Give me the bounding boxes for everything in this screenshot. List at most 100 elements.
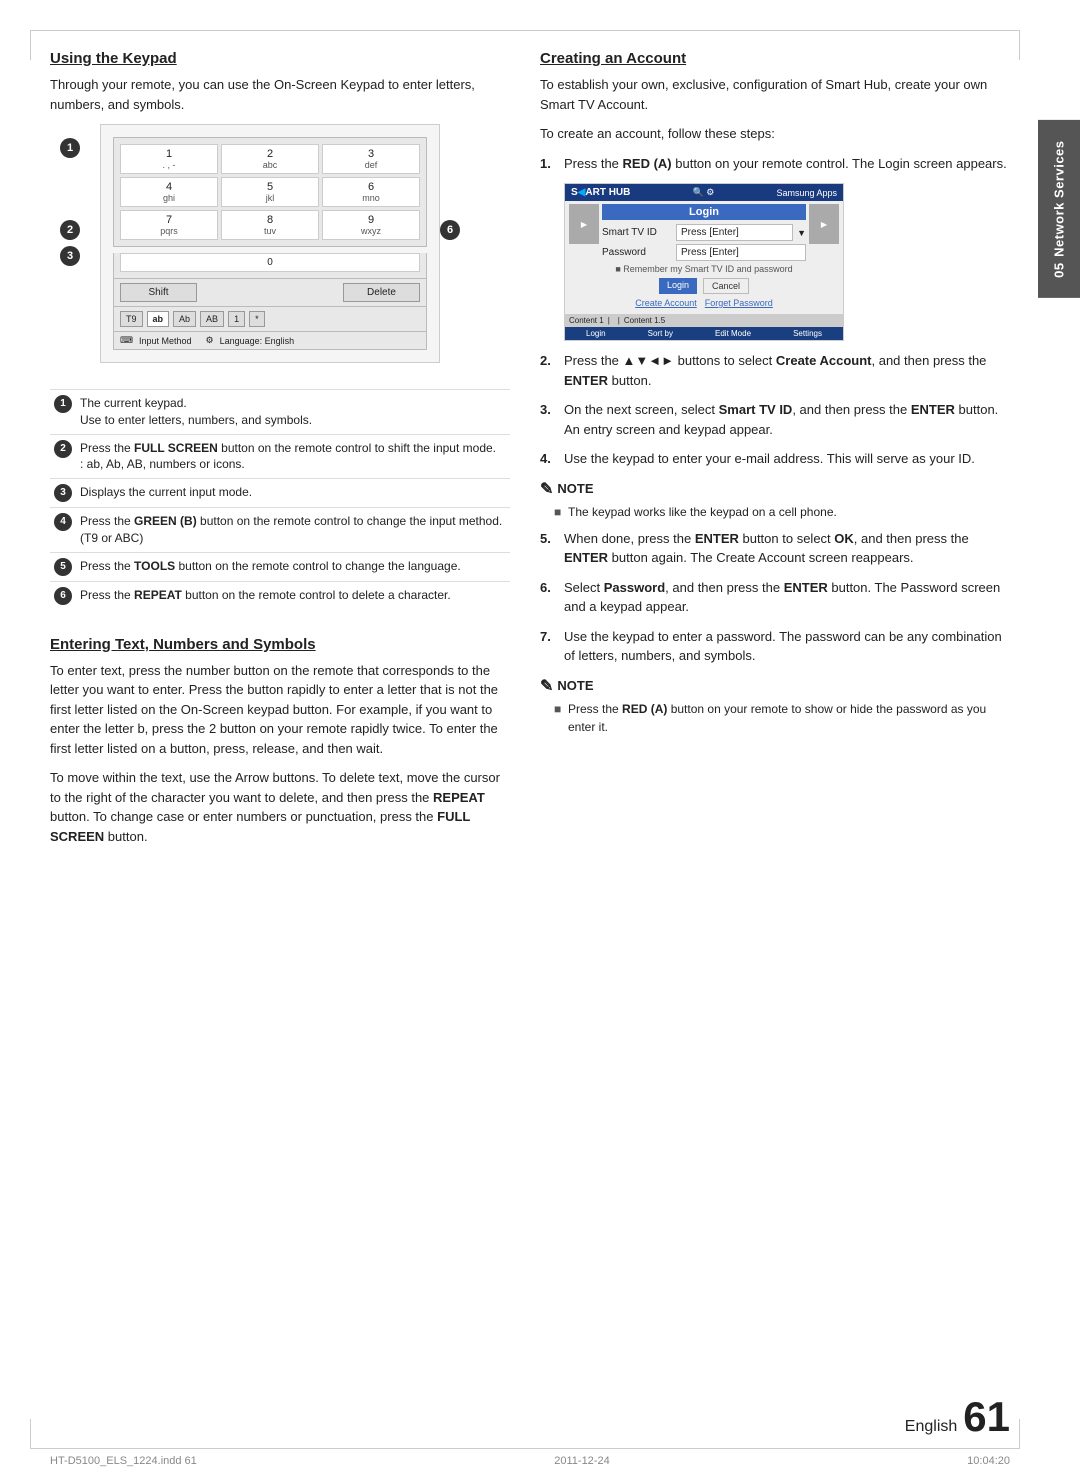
annotation-row-5: 5 Press the TOOLS button on the remote c… [50, 552, 510, 581]
annotation-num-5: 5 [50, 552, 76, 581]
annotation-row-4: 4 Press the GREEN (B) button on the remo… [50, 508, 510, 553]
note-title-1: ✎ NOTE [540, 479, 1010, 499]
bar-settings: Settings [793, 329, 822, 338]
input-method-icon: ⌨ [120, 335, 133, 346]
annotation-circle-6: 6 [54, 587, 72, 605]
page-border-right-bottom [1019, 1419, 1020, 1449]
mode-star: * [249, 311, 265, 327]
bar-sort: Sort by [648, 329, 673, 338]
step-3-text: On the next screen, select Smart TV ID, … [564, 400, 1010, 439]
mode-Ab: Ab [173, 311, 196, 327]
creating-account-intro1: To establish your own, exclusive, config… [540, 75, 1010, 114]
entering-text-para1: To enter text, press the number button o… [50, 661, 510, 759]
keypad-key-4: 4ghi [120, 177, 218, 207]
annotation-text-4: Press the GREEN (B) button on the remote… [76, 508, 510, 553]
annotation-text-1: The current keypad.Use to enter letters,… [76, 390, 510, 435]
keypad-key-2: 2abc [221, 144, 319, 174]
annotation-circle-2: 2 [54, 440, 72, 458]
side-tab: 05 Network Services [1038, 120, 1080, 298]
login-button[interactable]: Login [659, 278, 697, 294]
page-border-right-top [1019, 30, 1020, 60]
annotation-text-6: Press the REPEAT button on the remote co… [76, 581, 510, 610]
keypad-key-7: 7pqrs [120, 210, 218, 240]
step-4-num: 4. [540, 449, 556, 469]
note-item-2-1: ■ Press the RED (A) button on your remot… [554, 700, 1010, 736]
keypad-grid: 1. , - 2abc 3def 4ghi 5jkl 6mno 7pqrs 8t… [113, 137, 427, 247]
note-content-2: ■ Press the RED (A) button on your remot… [540, 700, 1010, 736]
shift-button: Shift [120, 283, 197, 302]
annotation-num-3: 3 [50, 479, 76, 508]
page-number-language: English [905, 1418, 957, 1436]
creating-account-intro2: To create an account, follow these steps… [540, 124, 1010, 144]
annotation-num-6: 6 [50, 581, 76, 610]
step-7-text: Use the keypad to enter a password. The … [564, 627, 1010, 666]
content-wrapper: Using the Keypad Through your remote, yo… [50, 50, 1010, 1429]
step-3-num: 3. [540, 400, 556, 439]
steps-list-1: 1. Press the RED (A) button on your remo… [540, 154, 1010, 174]
login-bottom-bar: Login Sort by Edit Mode Settings [565, 327, 843, 340]
smart-hub-label: S◀ART HUB [571, 187, 630, 198]
page-border-top [30, 30, 1020, 31]
forgot-password-link[interactable]: Forget Password [705, 298, 773, 308]
thumb-label-3: Content 1.5 [624, 316, 665, 325]
note-text-1-1: The keypad works like the keypad on a ce… [568, 503, 837, 521]
step-4: 4. Use the keypad to enter your e-mail a… [540, 449, 1010, 469]
mode-AB: AB [200, 311, 224, 327]
step-6-num: 6. [540, 578, 556, 617]
login-title: Login [602, 204, 806, 220]
annotation-num-1: 1 [50, 390, 76, 435]
footer: HT-D5100_ELS_1224.indd 61 2011-12-24 10:… [50, 1455, 1010, 1467]
note-content-1: ■ The keypad works like the keypad on a … [540, 503, 1010, 521]
step-2-num: 2. [540, 351, 556, 390]
steps-list-3: 5. When done, press the ENTER button to … [540, 529, 1010, 666]
annotation-num-4: 4 [50, 508, 76, 553]
note-bullet-1-1: ■ [554, 503, 562, 521]
note-label-2: NOTE [557, 678, 593, 693]
annotation-text-3: Displays the current input mode. [76, 479, 510, 508]
footer-date: 2011-12-24 [554, 1455, 609, 1467]
mode-ab: ab [147, 311, 170, 327]
creating-account-section: Creating an Account To establish your ow… [540, 50, 1010, 744]
note-text-2-1: Press the RED (A) button on your remote … [568, 700, 1010, 736]
note-item-1-1: ■ The keypad works like the keypad on a … [554, 503, 1010, 521]
step-5-num: 5. [540, 529, 556, 568]
note-label-1: NOTE [557, 481, 593, 496]
delete-button: Delete [343, 283, 420, 302]
note-icon-2: ✎ [540, 676, 553, 696]
page-number-area: English 61 [905, 1393, 1010, 1441]
annotation-row-3: 3 Displays the current input mode. [50, 479, 510, 508]
keypad-key-6: 6mno [322, 177, 420, 207]
language-setting: Language: English [220, 336, 295, 346]
using-keypad-heading: Using the Keypad [50, 50, 510, 67]
step-7: 7. Use the keypad to enter a password. T… [540, 627, 1010, 666]
note-box-2: ✎ NOTE ■ Press the RED (A) button on you… [540, 676, 1010, 736]
entering-text-heading: Entering Text, Numbers and Symbols [50, 636, 510, 653]
step-6: 6. Select Password, and then press the E… [540, 578, 1010, 617]
annotations-table: 1 The current keypad.Use to enter letter… [50, 389, 510, 610]
create-account-link[interactable]: Create Account [635, 298, 697, 308]
annotation-text-5: Press the TOOLS button on the remote con… [76, 552, 510, 581]
login-screen-image: S◀ART HUB 🔍 ⚙ Samsung Apps ▶ Login Smart… [564, 183, 844, 341]
cancel-button[interactable]: Cancel [703, 278, 749, 294]
login-cancel-buttons: Login Cancel [602, 278, 806, 294]
bar-edit: Edit Mode [715, 329, 751, 338]
annotation-circle-1: 1 [54, 395, 72, 413]
thumbnail-1: ▶ [569, 204, 599, 244]
mode-t9: T9 [120, 311, 143, 327]
step-7-num: 7. [540, 627, 556, 666]
right-column: Creating an Account To establish your ow… [540, 50, 1010, 1429]
keypad-image: 1. , - 2abc 3def 4ghi 5jkl 6mno 7pqrs 8t… [100, 124, 440, 363]
keypad-mode-row: T9 ab Ab AB 1 * [113, 307, 427, 332]
page-border-left-bottom [30, 1419, 31, 1449]
password-value: Press [Enter] [676, 244, 806, 261]
login-panel: Login Smart TV ID Press [Enter] ▼ Passwo… [602, 204, 806, 311]
note-box-1: ✎ NOTE ■ The keypad works like the keypa… [540, 479, 1010, 521]
note-bullet-2-1: ■ [554, 700, 562, 736]
top-icons: 🔍 ⚙ [693, 187, 715, 198]
keypad-key-8: 8tuv [221, 210, 319, 240]
remember-text: ■ Remember my Smart TV ID and password [602, 264, 806, 274]
keypad-shift-row: Shift Delete [113, 279, 427, 307]
step-4-text: Use the keypad to enter your e-mail addr… [564, 449, 975, 469]
step-2-text: Press the ▲▼◄► buttons to select Create … [564, 351, 1010, 390]
steps-list-2: 2. Press the ▲▼◄► buttons to select Crea… [540, 351, 1010, 469]
